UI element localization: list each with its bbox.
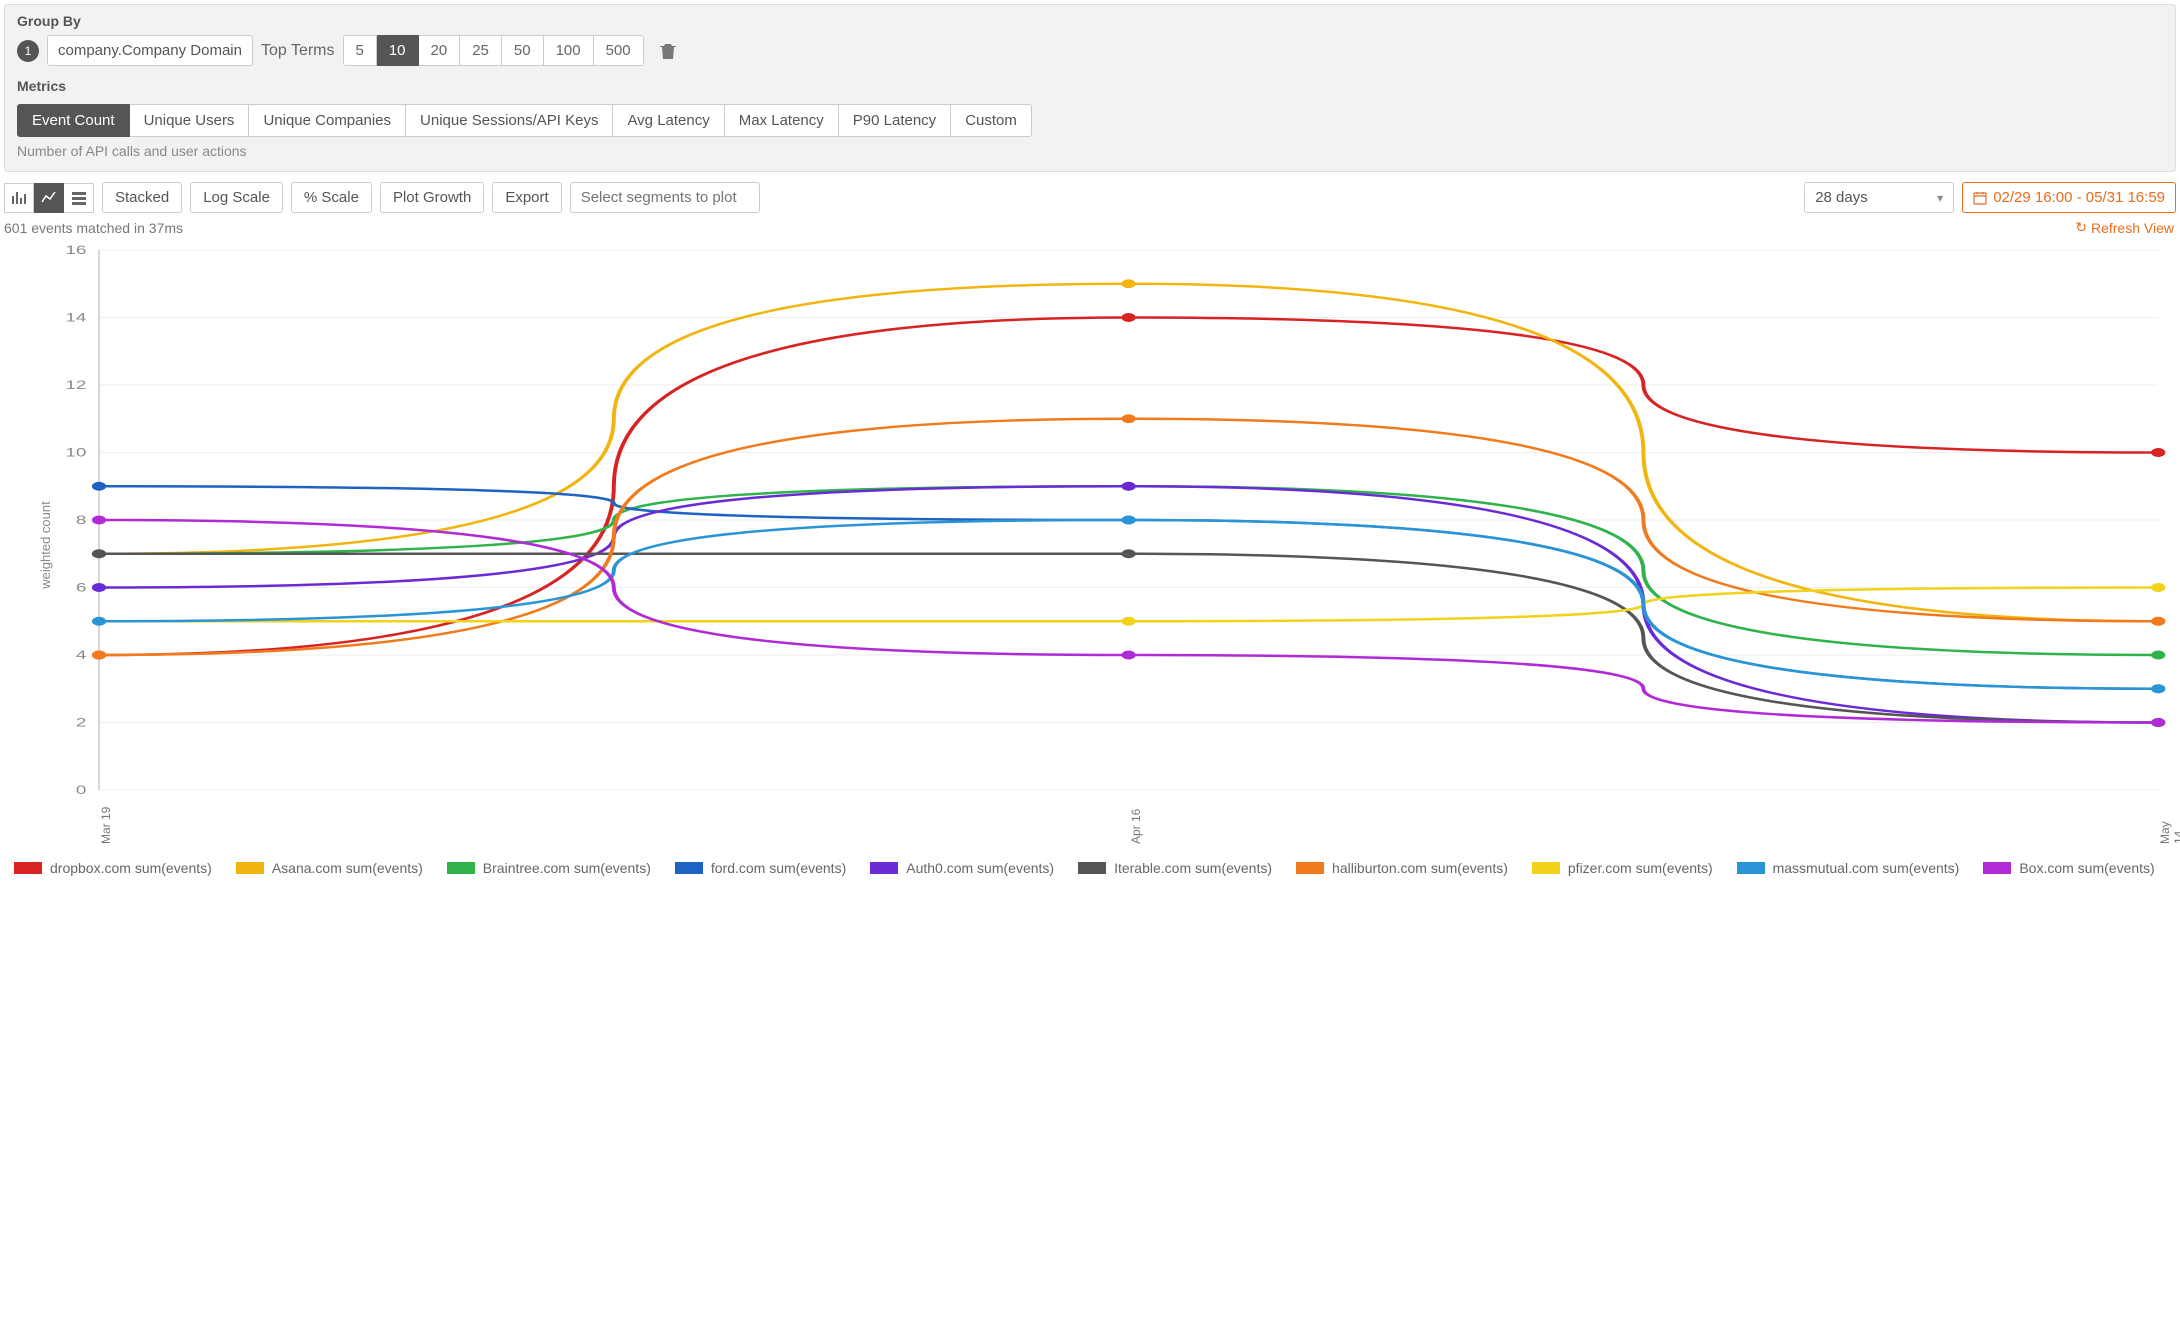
plot-growth-button[interactable]: Plot Growth	[380, 182, 484, 213]
legend-label: pfizer.com sum(events)	[1568, 860, 1713, 876]
svg-text:12: 12	[65, 379, 86, 392]
groupby-row: 1 company.Company Domain Top Terms 51020…	[17, 35, 2163, 66]
metric-btn[interactable]: Unique Users	[130, 104, 250, 137]
metrics-group: Event CountUnique UsersUnique CompaniesU…	[17, 104, 1032, 137]
segments-input[interactable]	[570, 182, 760, 213]
top-terms-btn-50[interactable]: 50	[502, 35, 544, 66]
legend-swatch	[236, 862, 264, 874]
legend-label: massmutual.com sum(events)	[1773, 860, 1960, 876]
legend-item[interactable]: Auth0.com sum(events)	[870, 860, 1054, 876]
groupby-label: Group By	[17, 13, 2163, 29]
metric-btn[interactable]: Avg Latency	[613, 104, 724, 137]
x-ticks: Mar 19 Apr 16 May 14	[28, 800, 2174, 850]
pct-scale-button[interactable]: % Scale	[291, 182, 372, 213]
x-tick-label: Mar 19	[99, 807, 111, 844]
chart-toolbar: Stacked Log Scale % Scale Plot Growth Ex…	[0, 176, 2180, 217]
legend-label: halliburton.com sum(events)	[1332, 860, 1508, 876]
legend-item[interactable]: halliburton.com sum(events)	[1296, 860, 1508, 876]
svg-text:2: 2	[76, 717, 87, 730]
svg-text:14: 14	[65, 312, 86, 325]
x-tick-label: Apr 16	[1129, 809, 1141, 844]
legend-swatch	[14, 862, 42, 874]
metric-btn[interactable]: Unique Companies	[249, 104, 406, 137]
legend-label: Box.com sum(events)	[2019, 860, 2154, 876]
top-terms-btn-10[interactable]: 10	[377, 35, 419, 66]
calendar-icon	[1973, 191, 1987, 205]
metrics-row: Event CountUnique UsersUnique CompaniesU…	[17, 104, 2163, 137]
legend-item[interactable]: Braintree.com sum(events)	[447, 860, 651, 876]
top-terms-btn-500[interactable]: 500	[594, 35, 644, 66]
refresh-view-link[interactable]: ↻ Refresh View	[2075, 219, 2174, 236]
legend-swatch	[1737, 862, 1765, 874]
legend: dropbox.com sum(events) Asana.com sum(eve…	[0, 850, 2180, 890]
metric-btn[interactable]: Event Count	[17, 104, 130, 137]
legend-label: dropbox.com sum(events)	[50, 860, 212, 876]
metric-btn[interactable]: Max Latency	[725, 104, 839, 137]
metric-btn[interactable]: Custom	[951, 104, 1032, 137]
table-view-icon[interactable]	[64, 183, 94, 213]
y-axis-title: weighted count	[38, 501, 53, 588]
legend-swatch	[1983, 862, 2011, 874]
period-value: 28 days	[1815, 189, 1868, 206]
x-tick-label: May 14	[2158, 821, 2170, 844]
delete-groupby-icon[interactable]	[660, 42, 676, 60]
svg-text:6: 6	[76, 582, 87, 595]
legend-item[interactable]: Iterable.com sum(events)	[1078, 860, 1272, 876]
chart-area: weighted count 0 2 4 6 8 10 12 14 16 Mar 19 Apr 1…	[22, 240, 2180, 850]
refresh-label: Refresh View	[2091, 220, 2174, 236]
legend-swatch	[870, 862, 898, 874]
legend-item[interactable]: Box.com sum(events)	[1983, 860, 2154, 876]
date-range-text: 02/29 16:00 - 05/31 16:59	[1993, 189, 2165, 206]
stacked-button[interactable]: Stacked	[102, 182, 182, 213]
config-panel: Group By 1 company.Company Domain Top Te…	[4, 4, 2176, 172]
legend-item[interactable]: pfizer.com sum(events)	[1532, 860, 1713, 876]
legend-label: Iterable.com sum(events)	[1114, 860, 1272, 876]
metrics-label: Metrics	[17, 78, 2163, 94]
legend-swatch	[1078, 862, 1106, 874]
bar-view-icon[interactable]	[4, 183, 34, 213]
legend-swatch	[675, 862, 703, 874]
line-view-icon[interactable]	[34, 183, 64, 213]
top-terms-group: 510202550100500	[343, 35, 644, 66]
view-toggle	[4, 183, 94, 213]
svg-text:10: 10	[65, 447, 86, 460]
svg-text:0: 0	[76, 784, 87, 797]
groupby-index-badge: 1	[17, 40, 39, 62]
top-terms-label: Top Terms	[261, 42, 335, 60]
svg-text:16: 16	[65, 244, 86, 257]
legend-label: ford.com sum(events)	[711, 860, 846, 876]
date-range-picker[interactable]: 02/29 16:00 - 05/31 16:59	[1962, 182, 2176, 213]
top-terms-btn-20[interactable]: 20	[419, 35, 461, 66]
svg-text:4: 4	[76, 649, 87, 662]
metrics-help-text: Number of API calls and user actions	[17, 143, 2163, 159]
status-row: 601 events matched in 37ms ↻ Refresh Vie…	[0, 217, 2180, 240]
svg-text:8: 8	[76, 514, 87, 527]
export-button[interactable]: Export	[492, 182, 561, 213]
top-terms-btn-5[interactable]: 5	[343, 35, 377, 66]
legend-item[interactable]: dropbox.com sum(events)	[14, 860, 212, 876]
legend-item[interactable]: Asana.com sum(events)	[236, 860, 423, 876]
legend-swatch	[447, 862, 475, 874]
chevron-down-icon: ▾	[1937, 191, 1943, 205]
legend-swatch	[1296, 862, 1324, 874]
line-chart: 0 2 4 6 8 10 12 14 16	[28, 240, 2174, 800]
legend-item[interactable]: massmutual.com sum(events)	[1737, 860, 1960, 876]
legend-swatch	[1532, 862, 1560, 874]
legend-item[interactable]: ford.com sum(events)	[675, 860, 846, 876]
period-dropdown[interactable]: 28 days ▾	[1804, 182, 1954, 213]
top-terms-btn-25[interactable]: 25	[460, 35, 502, 66]
status-text: 601 events matched in 37ms	[4, 220, 183, 236]
metric-btn[interactable]: Unique Sessions/API Keys	[406, 104, 613, 137]
top-terms-btn-100[interactable]: 100	[544, 35, 594, 66]
legend-label: Braintree.com sum(events)	[483, 860, 651, 876]
refresh-icon: ↻	[2075, 219, 2087, 236]
legend-label: Asana.com sum(events)	[272, 860, 423, 876]
legend-label: Auth0.com sum(events)	[906, 860, 1054, 876]
groupby-field-select[interactable]: company.Company Domain	[47, 35, 253, 66]
log-scale-button[interactable]: Log Scale	[190, 182, 283, 213]
metric-btn[interactable]: P90 Latency	[839, 104, 951, 137]
